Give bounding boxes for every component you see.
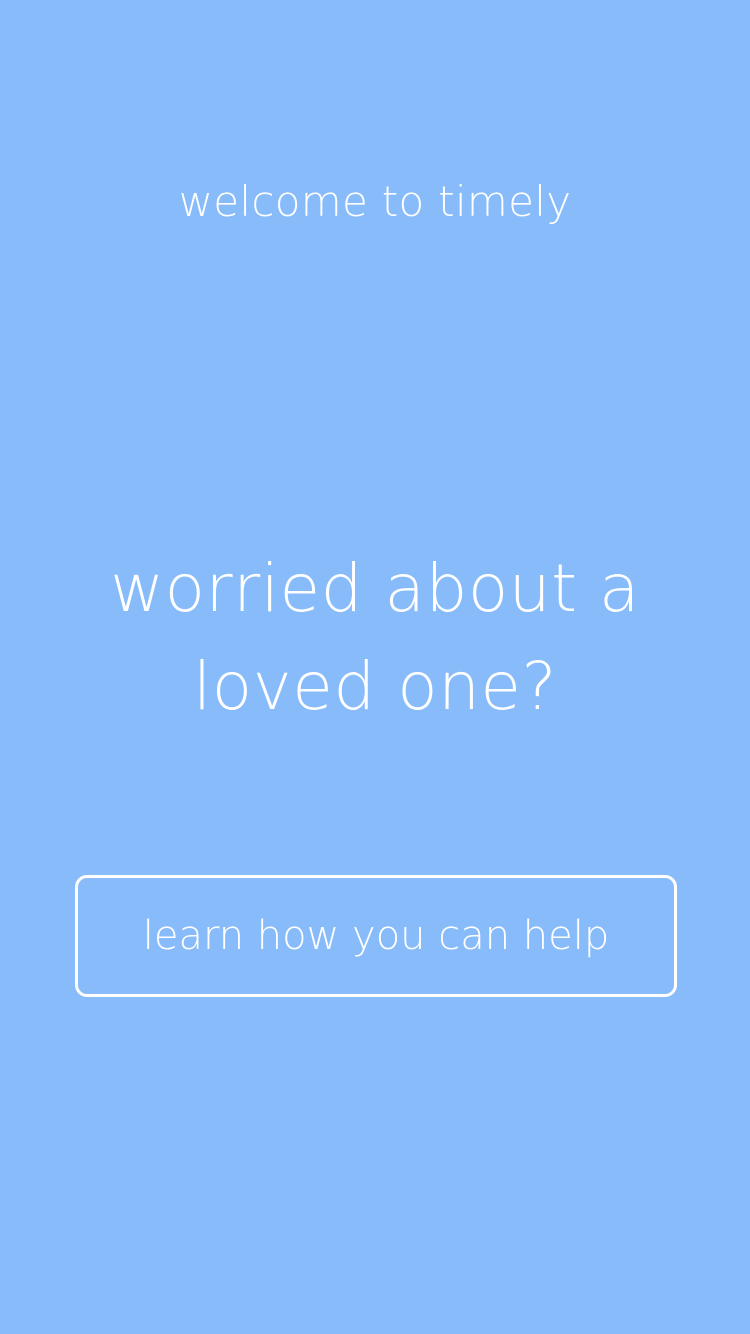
learn-how-to-help-label: learn how you can help <box>142 913 610 959</box>
learn-how-to-help-button[interactable]: learn how you can help <box>75 875 677 997</box>
hero-line-1: worried about a <box>110 550 640 627</box>
hero-headline: worried about a loved one? <box>60 540 690 736</box>
hero-line-2: loved one? <box>192 648 558 725</box>
welcome-title: welcome to timely <box>178 177 572 226</box>
onboarding-screen: welcome to timely worried about a loved … <box>0 0 750 1334</box>
